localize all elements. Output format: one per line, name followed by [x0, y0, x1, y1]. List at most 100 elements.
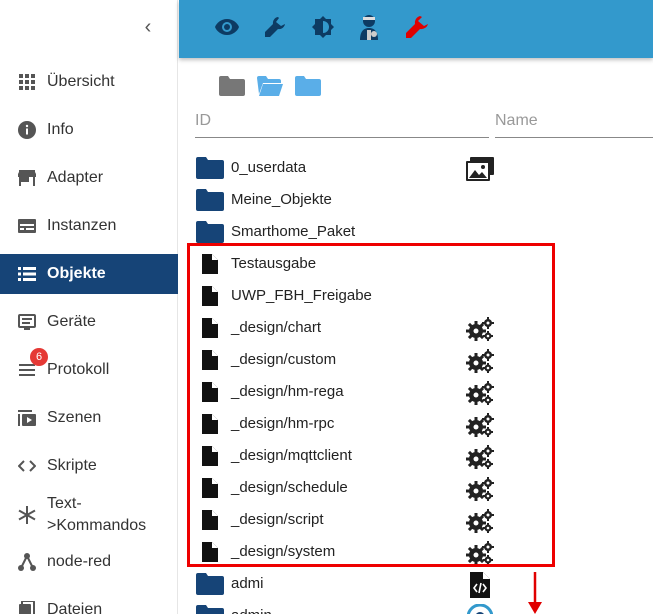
folder-icon [195, 188, 225, 212]
row-label: _design/mqttclient [231, 447, 352, 464]
image-gallery-icon [465, 156, 495, 182]
gears-icon [465, 476, 495, 502]
tree-row-testausgabe[interactable]: Testausgabe [195, 248, 635, 280]
folder-icon [195, 572, 225, 596]
folder-grey-icon[interactable] [219, 76, 245, 101]
folder-open-icon[interactable] [257, 76, 283, 101]
list-icon [18, 265, 36, 283]
gears-icon [465, 380, 495, 406]
sidebar-item-label: Szenen [47, 409, 102, 426]
sidebar-item-label: Objekte [47, 265, 106, 282]
object-browser: ID Name 0_userdata Meine_Objekte Smartho… [179, 58, 653, 614]
file-icon [199, 252, 221, 276]
sidebar-item-label: node-red [47, 553, 112, 570]
sidebar-item-adapter[interactable]: Adapter [0, 158, 178, 198]
admin-logo-icon [465, 604, 495, 614]
apps-grid-icon [18, 73, 36, 91]
name-filter-input[interactable]: Name [495, 110, 653, 138]
wrench-icon[interactable] [261, 13, 289, 41]
app-root: ‹ Übersicht Info Adapter Instanzen Objek… [0, 0, 653, 614]
notification-badge: 6 [30, 348, 48, 366]
sidebar-item-node-red[interactable]: node-red [0, 542, 178, 582]
sidebar-item-objekte[interactable]: Objekte [0, 254, 178, 294]
scenes-icon [18, 409, 36, 427]
sidebar-item-label: Instanzen [47, 217, 117, 234]
row-label: Smarthome_Paket [231, 223, 356, 240]
row-label: 0_userdata [231, 159, 307, 176]
file-icon [199, 380, 221, 404]
top-toolbar [179, 0, 653, 58]
id-filter-input[interactable]: ID [195, 110, 489, 138]
tree-row-0_userdata[interactable]: 0_userdata [195, 152, 635, 184]
sidebar-item-dateien[interactable]: Dateien [0, 590, 178, 614]
tree-row-smarthome-paket[interactable]: Smarthome_Paket [195, 216, 635, 248]
gears-icon [465, 316, 495, 342]
red-wrench-icon[interactable] [403, 13, 431, 41]
file-icon [199, 316, 221, 340]
tree-row-admin[interactable]: admin [195, 600, 635, 614]
info-icon [18, 121, 36, 139]
code-icon [18, 457, 36, 475]
tree-row-design-schedule[interactable]: _design/schedule [195, 472, 635, 504]
folder-icon [195, 220, 225, 244]
row-label: _design/system [231, 543, 336, 560]
sidebar: ‹ Übersicht Info Adapter Instanzen Objek… [0, 0, 178, 614]
file-icon [199, 540, 221, 564]
sidebar-item-uebersicht[interactable]: Übersicht [0, 62, 178, 102]
tree-row-uwp-fbh-freigabe[interactable]: UWP_FBH_Freigabe [195, 280, 635, 312]
chevron-left-icon[interactable]: ‹ [138, 14, 158, 40]
node-icon [18, 553, 36, 571]
sidebar-item-label: Info [47, 121, 74, 138]
file-icon [199, 284, 221, 308]
tree-row-meine-objekte[interactable]: Meine_Objekte [195, 184, 635, 216]
tree-row-design-system[interactable]: _design/system [195, 536, 635, 568]
tree-row-design-mqttclient[interactable]: _design/mqttclient [195, 440, 635, 472]
expert-user-icon[interactable] [355, 13, 383, 41]
folder-blue-icon[interactable] [295, 76, 321, 101]
sidebar-item-info[interactable]: Info [0, 110, 178, 150]
row-label: _design/chart [231, 319, 322, 336]
gears-icon [465, 508, 495, 534]
sidebar-item-label: Text- [47, 495, 82, 512]
gears-icon [465, 444, 495, 470]
sidebar-item-skripte[interactable]: Skripte [0, 446, 178, 486]
brightness-icon[interactable] [309, 13, 337, 41]
eye-icon[interactable] [213, 13, 241, 41]
sidebar-item-geraete[interactable]: Geräte [0, 302, 178, 342]
sidebar-item-label: Adapter [47, 169, 104, 186]
sidebar-item-label-group: Text- >Kommandos [47, 493, 146, 537]
tree-row-admi[interactable]: admi [195, 568, 635, 600]
tree-row-design-hm-rpc[interactable]: _design/hm-rpc [195, 408, 635, 440]
sidebar-item-label: Skripte [47, 457, 97, 474]
tree-row-design-hm-rega[interactable]: _design/hm-rega [195, 376, 635, 408]
devices-icon [18, 313, 36, 331]
tree-row-design-script[interactable]: _design/script [195, 504, 635, 536]
files-icon [18, 601, 36, 614]
gears-icon [465, 540, 495, 566]
tree-row-design-custom[interactable]: _design/custom [195, 344, 635, 376]
store-icon [18, 169, 36, 187]
row-label: UWP_FBH_Freigabe [231, 287, 372, 304]
sidebar-item-instanzen[interactable]: Instanzen [0, 206, 178, 246]
asterisk-icon [18, 506, 36, 524]
sidebar-item-protokoll[interactable]: 6 Protokoll [0, 348, 178, 390]
gears-icon [465, 412, 495, 438]
sidebar-item-label: Geräte [47, 313, 96, 330]
gears-icon [465, 348, 495, 374]
row-label: admi [231, 575, 264, 592]
file-icon [199, 348, 221, 372]
row-label: _design/custom [231, 351, 337, 368]
row-label: admin [231, 606, 272, 614]
code-file-icon [465, 572, 495, 598]
sidebar-item-label: >Kommandos [47, 517, 147, 534]
file-icon [199, 444, 221, 468]
row-label: _design/script [231, 511, 324, 528]
tree-row-design-chart[interactable]: _design/chart [195, 312, 635, 344]
file-icon [199, 476, 221, 500]
arrow-down-icon [528, 572, 542, 614]
row-label: _design/hm-rpc [231, 415, 335, 432]
sidebar-item-text-kommandos[interactable]: Text- >Kommandos [0, 491, 178, 539]
row-label: Meine_Objekte [231, 191, 332, 208]
file-icon [199, 412, 221, 436]
sidebar-item-szenen[interactable]: Szenen [0, 398, 178, 438]
